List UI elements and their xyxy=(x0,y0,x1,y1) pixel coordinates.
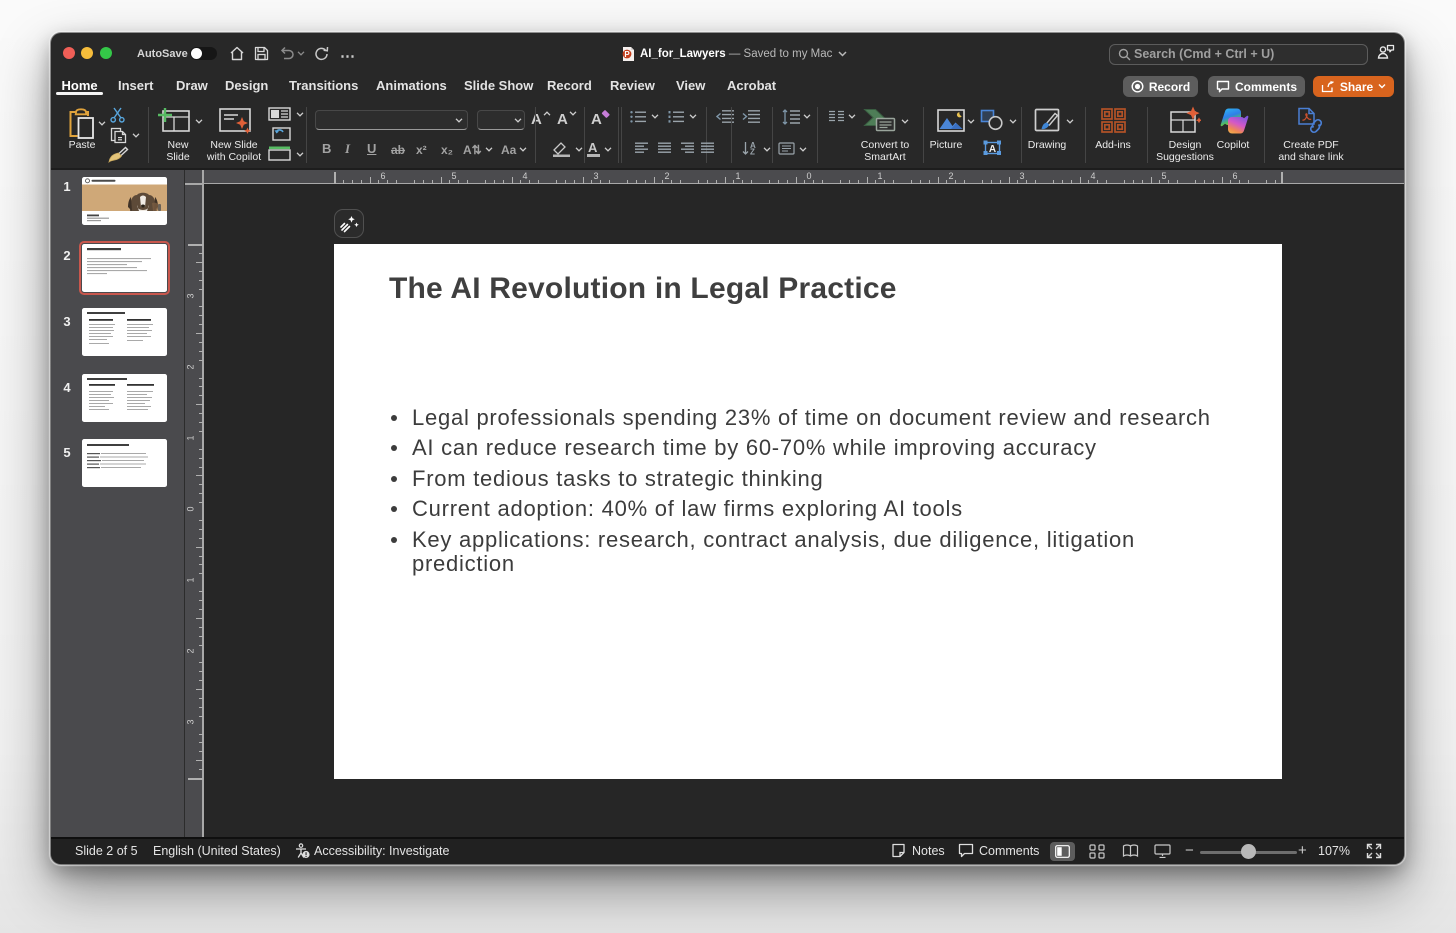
svg-text:Z: Z xyxy=(750,148,755,156)
svg-text:P: P xyxy=(624,50,630,59)
svg-text:A: A xyxy=(989,144,996,155)
